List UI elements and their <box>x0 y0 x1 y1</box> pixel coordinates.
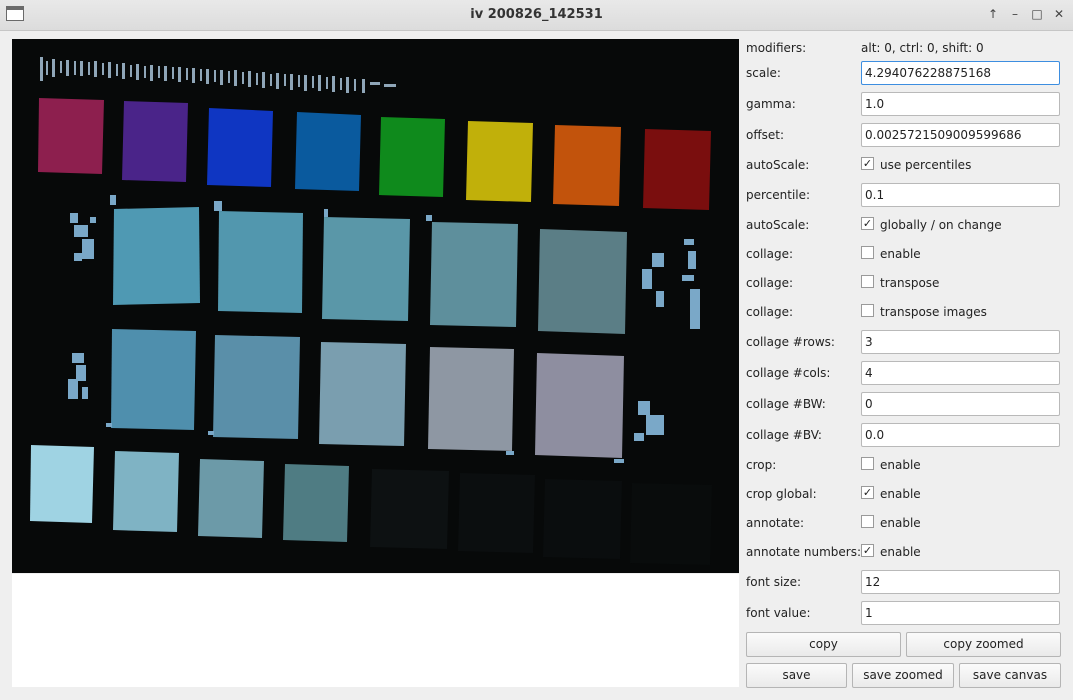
collage-transpose-text[interactable]: transpose <box>880 276 939 290</box>
gamma-input[interactable]: 1.0 <box>861 92 1060 116</box>
annotate-text[interactable]: enable <box>880 516 921 530</box>
collage-bv-input[interactable]: 0.0 <box>861 423 1060 447</box>
font-size-label: font size: <box>746 575 802 589</box>
window-title: iv 200826_142531 <box>470 7 603 22</box>
row-modifiers: modifiers: alt: 0, ctrl: 0, shift: 0 <box>746 36 1062 60</box>
image-canvas[interactable] <box>12 39 739 573</box>
collage-rows-label: collage #rows: <box>746 335 835 349</box>
collage-enable-checkbox[interactable] <box>861 246 874 259</box>
row-collage-bw: collage #BW: 0 <box>746 392 1062 416</box>
autoscale-global-label: autoScale: <box>746 218 810 232</box>
save-canvas-button[interactable]: save canvas <box>959 663 1061 688</box>
title-bar: iv 200826_142531 ↑ – □ ✕ <box>0 0 1073 31</box>
annotate-checkbox[interactable] <box>861 515 874 528</box>
collage-bw-label: collage #BW: <box>746 397 826 411</box>
minimize-icon[interactable]: – <box>1007 6 1023 22</box>
row-font-value: font value: 1 <box>746 601 1062 625</box>
font-value-label: font value: <box>746 606 811 620</box>
scale-label: scale: <box>746 66 781 80</box>
row-collage-cols: collage #cols: 4 <box>746 361 1062 385</box>
row-crop: crop: enable <box>746 453 1062 477</box>
annotate-label: annotate: <box>746 516 805 530</box>
font-size-input[interactable]: 12 <box>861 570 1060 594</box>
close-icon[interactable]: ✕ <box>1051 6 1067 22</box>
row-collage-transpose: collage: transpose <box>746 271 1062 295</box>
scale-input[interactable]: 4.294076228875168 <box>861 61 1060 85</box>
annotate-numbers-checkbox[interactable]: ✓ <box>861 544 874 557</box>
crop-text[interactable]: enable <box>880 458 921 472</box>
collage-enable-text[interactable]: enable <box>880 247 921 261</box>
row-collage-bv: collage #BV: 0.0 <box>746 423 1062 447</box>
crop-global-checkbox[interactable]: ✓ <box>861 486 874 499</box>
percentile-input[interactable]: 0.1 <box>861 183 1060 207</box>
modifiers-value: alt: 0, ctrl: 0, shift: 0 <box>861 41 984 55</box>
autoscale-percentiles-label: autoScale: <box>746 158 810 172</box>
autoscale-global-text[interactable]: globally / on change <box>880 218 1002 232</box>
font-value-input[interactable]: 1 <box>861 601 1060 625</box>
gamma-label: gamma: <box>746 97 796 111</box>
modifiers-label: modifiers: <box>746 41 807 55</box>
row-collage-rows: collage #rows: 3 <box>746 330 1062 354</box>
row-percentile: percentile: 0.1 <box>746 183 1062 207</box>
offset-input[interactable]: 0.0025721509009599686 <box>861 123 1060 147</box>
row-collage-transpose-images: collage: transpose images <box>746 300 1062 324</box>
copy-zoomed-button[interactable]: copy zoomed <box>906 632 1061 657</box>
crop-global-label: crop global: <box>746 487 817 501</box>
row-autoscale-global: autoScale: ✓ globally / on change <box>746 213 1062 237</box>
image-view <box>12 39 739 573</box>
row-autoscale-percentiles: autoScale: ✓ use percentiles <box>746 153 1062 177</box>
collage-transpose-images-checkbox[interactable] <box>861 304 874 317</box>
autoscale-global-checkbox[interactable]: ✓ <box>861 217 874 230</box>
crop-global-text[interactable]: enable <box>880 487 921 501</box>
save-zoomed-button[interactable]: save zoomed <box>852 663 954 688</box>
row-gamma: gamma: 1.0 <box>746 92 1062 116</box>
row-annotate: annotate: enable <box>746 511 1062 535</box>
offset-label: offset: <box>746 128 784 142</box>
row-collage-enable: collage: enable <box>746 242 1062 266</box>
collage-transpose-checkbox[interactable] <box>861 275 874 288</box>
crop-label: crop: <box>746 458 777 472</box>
row-crop-global: crop global: ✓ enable <box>746 482 1062 506</box>
collage-transpose-images-text[interactable]: transpose images <box>880 305 987 319</box>
autoscale-percentiles-text[interactable]: use percentiles <box>880 158 971 172</box>
autoscale-percentiles-checkbox[interactable]: ✓ <box>861 157 874 170</box>
row-annotate-numbers: annotate numbers: ✓ enable <box>746 540 1062 564</box>
percentile-label: percentile: <box>746 188 811 202</box>
collage-bw-input[interactable]: 0 <box>861 392 1060 416</box>
row-offset: offset: 0.0025721509009599686 <box>746 123 1062 147</box>
row-font-size: font size: 12 <box>746 570 1062 594</box>
annotate-numbers-label: annotate numbers: <box>746 545 861 559</box>
copy-button[interactable]: copy <box>746 632 901 657</box>
crop-checkbox[interactable] <box>861 457 874 470</box>
collage-transpose-label: collage: <box>746 276 794 290</box>
row-scale: scale: 4.294076228875168 <box>746 61 1062 85</box>
save-button[interactable]: save <box>746 663 847 688</box>
collage-enable-label: collage: <box>746 247 794 261</box>
keep-above-icon[interactable]: ↑ <box>985 6 1001 22</box>
collage-cols-input[interactable]: 4 <box>861 361 1060 385</box>
collage-transpose-images-label: collage: <box>746 305 794 319</box>
maximize-icon[interactable]: □ <box>1029 6 1045 22</box>
canvas-empty-area <box>12 574 739 687</box>
collage-cols-label: collage #cols: <box>746 366 831 380</box>
collage-bv-label: collage #BV: <box>746 428 822 442</box>
annotate-numbers-text[interactable]: enable <box>880 545 921 559</box>
collage-rows-input[interactable]: 3 <box>861 330 1060 354</box>
